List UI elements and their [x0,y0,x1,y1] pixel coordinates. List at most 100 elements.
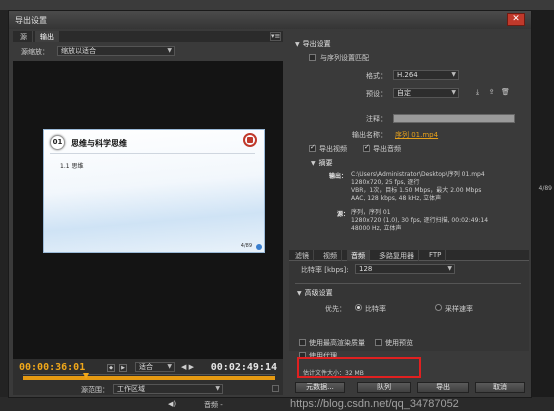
source-range-label: 源范围： [81,386,109,394]
slide-page-number: 4/89 [240,243,252,249]
tab-multiplexer[interactable]: 多路复用器 [375,250,419,261]
preset-value: 自定 [397,89,411,97]
slide-heading: 思维与科学思维 [71,139,127,148]
queue-button[interactable]: 队列 [357,382,411,393]
priority-label: 优先： [325,305,346,313]
metadata-button[interactable]: 元数据... [295,382,345,393]
tab-audio[interactable]: 音频 [347,250,370,261]
timeline-controls: 00:00:36:01 ◆ ▶ 适合 ▼ ◀ ▶ 00:02:49:14 源范围… [13,359,283,395]
preset-select[interactable]: 自定 ▼ [393,88,459,98]
watermark-url: https://blog.csdn.net/qq_34787052 [290,398,459,410]
playhead-handle[interactable] [83,373,89,379]
advanced-settings-title: 高级设置 [304,289,333,297]
summary-header[interactable]: ▼ 摘要 [311,158,333,168]
slide-dot-icon [256,244,262,250]
preset-label: 预设： [366,90,387,98]
format-select[interactable]: H.264 ▼ [393,70,459,80]
export-settings-header[interactable]: ▼ 导出设置 [295,39,331,49]
export-settings-dialog: 导出设置 ✕ 源 输出 ▾≡ 源缩放： 缩放以适合 ▼ 01 思维与科学思维 1… [8,10,532,398]
use-previews-label: 使用预览 [385,339,413,347]
bitrate-value: 128 [359,265,373,273]
summary-source-line: 1280x720 (1.0), 30 fps, 逐行扫描, 00:02:49:1… [351,217,489,224]
advanced-settings-header[interactable]: ▼ 高级设置 [297,288,333,298]
summary-source-label: 源： [337,211,350,218]
slide-bullet: 1.1 思维 [60,163,84,170]
summary-output-line: C:\Users\Administrator\Desktop\序列 01.mp4 [351,171,485,178]
duration-timecode: 00:02:49:14 [210,362,277,373]
current-timecode[interactable]: 00:00:36:01 [19,362,85,373]
tab-output[interactable]: 输出 [35,31,59,42]
output-name-link[interactable]: 序列 01.mp4 [395,130,438,140]
source-range-value: 工作区域 [117,385,145,393]
zoom-fit-select[interactable]: 适合 ▼ [135,362,175,372]
export-audio-checkbox[interactable] [363,143,370,152]
notes-field[interactable] [393,114,515,123]
settings-tabs: 滤镜 视频 音频 多路复用器 FTP [289,250,529,261]
tab-video[interactable]: 视频 [319,250,342,261]
summary-output-label: 输出： [329,173,348,180]
section-divider [295,283,521,284]
set-out-point-icon[interactable]: ▶ [119,364,127,372]
set-in-point-icon[interactable]: ◆ [107,364,115,372]
speaker-icon[interactable]: ◀) [168,400,176,408]
source-scaling-select[interactable]: 缩放以适合 ▼ [57,46,175,56]
zoom-fit-value: 适合 [139,363,153,371]
app-top-bar [0,0,554,10]
background-audio-item: 音频 - [204,401,223,409]
tab-source[interactable]: 源 [15,31,33,42]
preview-frame: 01 思维与科学思维 1.1 思维 4/89 [43,129,265,253]
export-audio-label: 导出音频 [373,145,401,153]
estimated-file-size: 估计文件大小：32 MB [303,368,364,377]
priority-bitrate-label: 比特率 [365,305,386,313]
summary-output-details: C:\Users\Administrator\Desktop\序列 01.mp4… [351,171,485,203]
work-area-track[interactable] [23,374,275,380]
cancel-button[interactable]: 取消 [475,382,525,393]
chevron-down-icon: ▼ [167,47,172,54]
app-bottom-bar: ◀) 音频 - [0,397,554,411]
estimated-file-size-value: 32 MB [345,370,364,377]
source-scaling-value: 缩放以适合 [61,47,96,55]
tab-ftp[interactable]: FTP [425,250,447,261]
match-sequence-label: 与序列设置匹配 [320,54,369,62]
expand-triangle-icon: ▼ [295,41,300,48]
use-previews-checkbox[interactable] [375,339,382,346]
import-preset-icon[interactable]: ⇪ [487,88,496,97]
format-label: 格式： [366,72,387,80]
chevron-down-icon: ▼ [447,265,452,272]
dialog-title-bar: 导出设置 ✕ [9,11,531,29]
frame-step-icon[interactable]: ◀ ▶ [181,363,194,371]
close-button[interactable]: ✕ [507,13,525,26]
expand-triangle-icon: ▼ [311,160,316,167]
summary-source-line: 48000 Hz, 立体声 [351,225,402,232]
save-preset-icon[interactable]: ⤓ [473,88,482,97]
tab-filters[interactable]: 滤镜 [291,250,314,261]
summary-output-line: 1280x720, 25 fps, 逐行 [351,179,420,186]
output-name-label: 输出名称： [352,131,387,139]
export-settings-title: 导出设置 [302,40,331,48]
notes-label: 注释： [366,115,387,123]
summary-output-line: VBR，1次，目标 1.50 Mbps，最大 2.00 Mbps [351,187,482,194]
export-button[interactable]: 导出 [417,382,469,393]
max-render-quality-checkbox[interactable] [299,339,306,346]
match-sequence-checkbox[interactable] [309,54,316,61]
summary-source-line: 序列，序列 01 [351,209,391,216]
format-value: H.264 [397,71,418,79]
chevron-down-icon: ▼ [167,363,172,370]
preview-panel: 源 输出 ▾≡ 源缩放： 缩放以适合 ▼ 01 思维与科学思维 1.1 思维 4… [13,31,283,395]
source-range-select[interactable]: 工作区域 ▼ [113,384,223,394]
chevron-down-icon: ▼ [451,89,456,96]
chevron-down-icon: ▼ [215,385,220,392]
priority-bitrate-radio[interactable] [355,304,362,311]
chevron-down-icon: ▼ [451,71,456,78]
app-right-panel: 4/89 [530,10,554,411]
summary-source-details: 序列，序列 01 1280x720 (1.0), 30 fps, 逐行扫描, 0… [351,209,488,233]
range-end-icon[interactable] [272,385,279,392]
export-video-checkbox[interactable] [309,143,316,152]
max-render-quality-label: 使用最高渲染质量 [309,339,365,347]
estimated-file-size-label: 估计文件大小： [303,370,346,377]
priority-samplerate-radio[interactable] [435,304,442,311]
panel-menu-icon[interactable]: ▾≡ [270,32,281,41]
delete-preset-icon[interactable]: 🗑 [501,88,510,97]
bitrate-select[interactable]: 128 ▼ [355,264,455,274]
source-range-row: 源范围： 工作区域 ▼ [13,383,283,395]
